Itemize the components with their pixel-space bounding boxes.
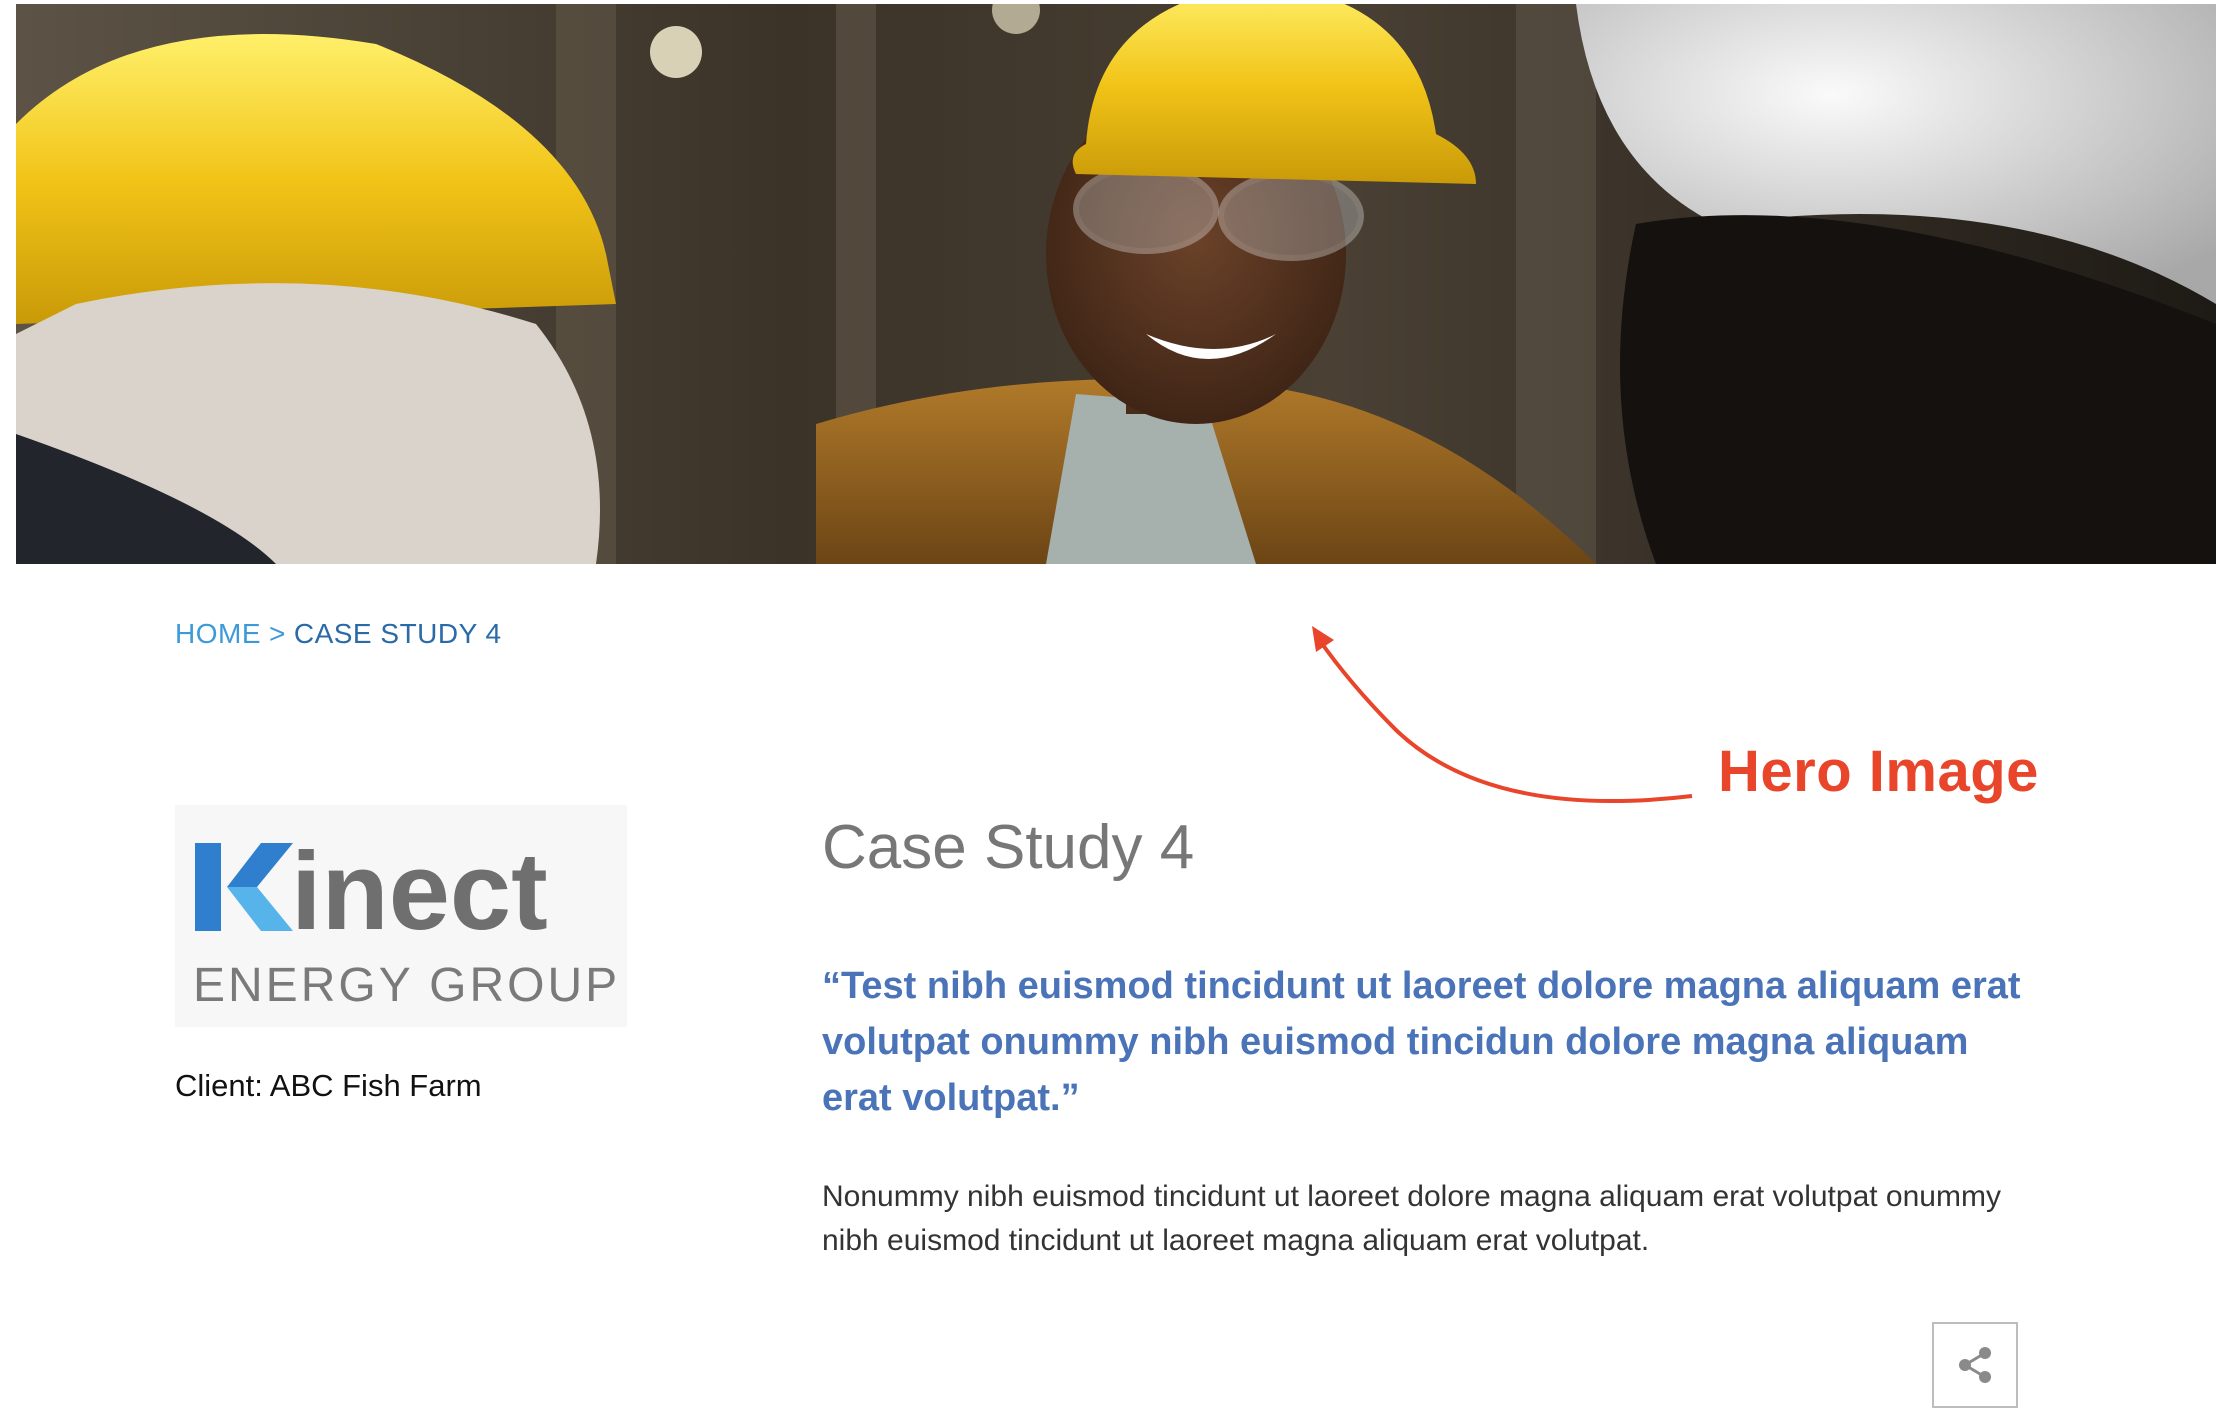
body-text: Nonummy nibh euismod tincidunt ut laoree… bbox=[822, 1180, 2001, 1257]
pull-quote: “Test nibh euismod tincidunt ut laoreet … bbox=[822, 965, 2021, 1119]
client-logo: inect ENERGY GROUP bbox=[175, 805, 627, 1027]
share-icon bbox=[1959, 1347, 1991, 1383]
logo-wordmark: inect bbox=[291, 830, 548, 953]
client-name: Client: ABC Fish Farm bbox=[175, 1068, 482, 1103]
breadcrumb-home-link[interactable]: HOME bbox=[175, 618, 261, 649]
annotation-arrow bbox=[1312, 626, 1693, 804]
breadcrumb-current: CASE STUDY 4 bbox=[293, 618, 502, 649]
share-button[interactable] bbox=[1932, 1322, 2018, 1408]
annotation-label: Hero Image bbox=[1718, 739, 2039, 804]
kinect-logo: inect ENERGY GROUP bbox=[193, 830, 620, 1012]
breadcrumb: HOME > CASE STUDY 4 bbox=[175, 618, 502, 650]
logo-subtitle: ENERGY GROUP bbox=[193, 959, 620, 1012]
hero-photo bbox=[16, 4, 2216, 564]
page-title: Case Study 4 bbox=[822, 813, 1195, 882]
breadcrumb-separator: > bbox=[269, 618, 286, 649]
hero-image bbox=[16, 4, 2216, 564]
